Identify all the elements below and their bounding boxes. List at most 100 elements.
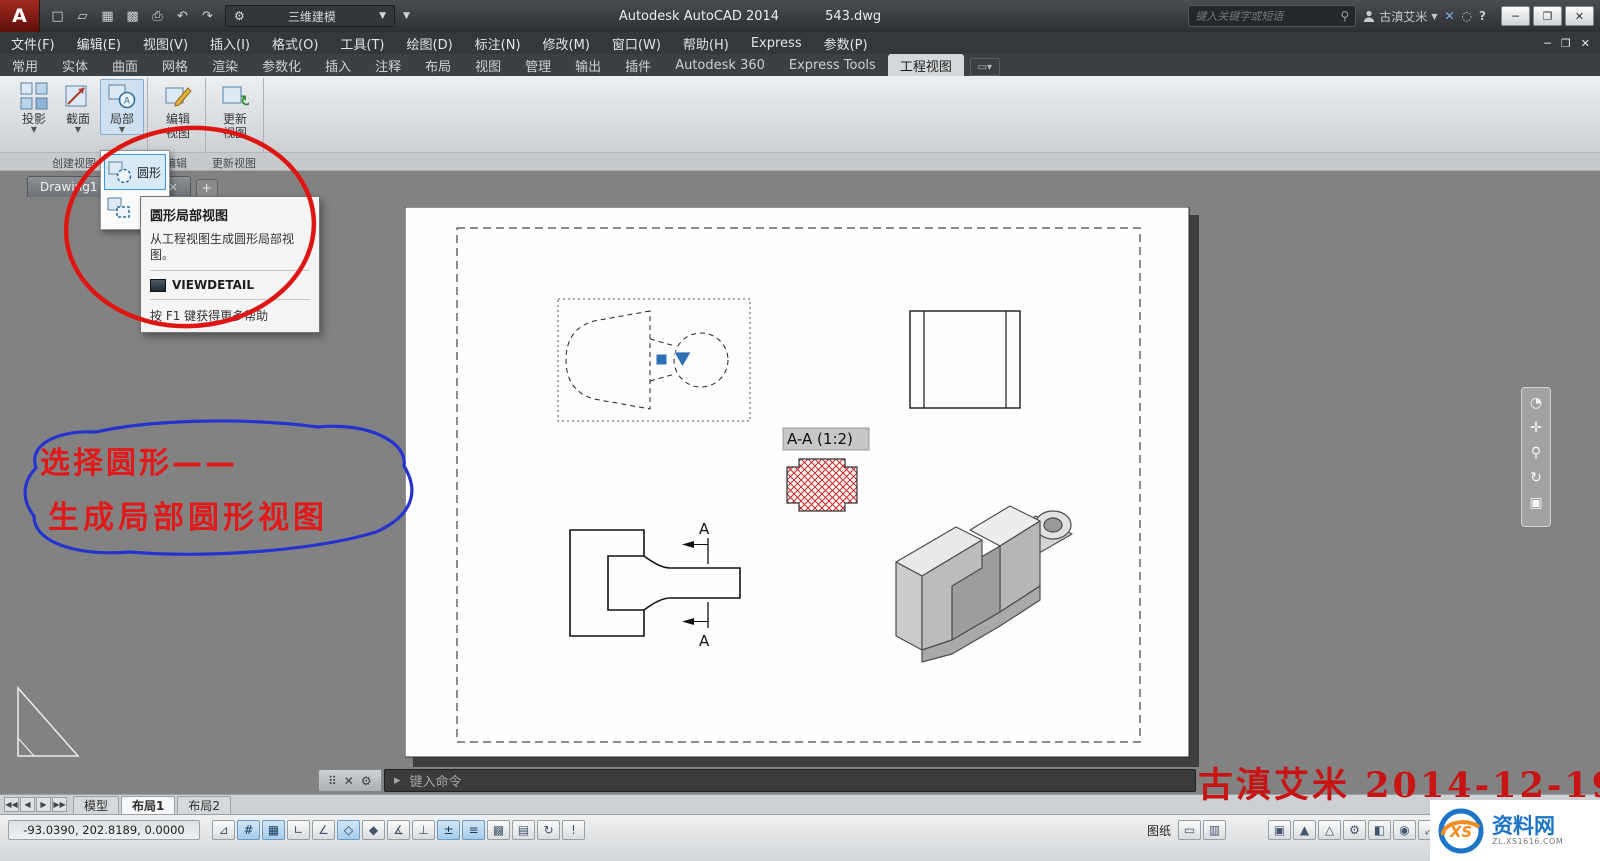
menu-item-express[interactable]: Express xyxy=(740,32,813,54)
search-input[interactable] xyxy=(1195,10,1336,23)
first-layout-icon[interactable]: ◀◀ xyxy=(4,797,19,812)
tab-express-tools[interactable]: Express Tools xyxy=(777,54,888,76)
mdi-restore-icon[interactable]: ❐ xyxy=(1561,37,1571,50)
annotation-scale-icon[interactable]: ▣ xyxy=(1268,820,1291,840)
full-navigation-wheel-icon[interactable]: ◔ xyxy=(1530,395,1542,411)
redo-icon[interactable]: ↷ xyxy=(196,6,219,27)
tab-layout1[interactable]: 布局1 xyxy=(121,796,175,814)
lock-ui-icon[interactable]: ◧ xyxy=(1368,820,1391,840)
autoscale-icon[interactable]: △ xyxy=(1318,820,1341,840)
3d-object-snap-icon[interactable]: ◆ xyxy=(362,820,385,840)
object-snap-icon[interactable]: ◇ xyxy=(337,820,360,840)
selection-cycling-icon[interactable]: ↻ xyxy=(537,820,560,840)
signin-user[interactable]: 古滇艾米 ▼ xyxy=(1363,8,1437,25)
tab-surface[interactable]: 曲面 xyxy=(100,54,150,76)
mdi-minimize-icon[interactable]: ─ xyxy=(1544,37,1551,50)
quick-view-layouts-icon[interactable]: ▥ xyxy=(1203,820,1226,840)
polar-tracking-icon[interactable]: ∠ xyxy=(312,820,335,840)
annotation-visibility-icon[interactable]: ▲ xyxy=(1293,820,1316,840)
communication-center-icon[interactable]: ◌ xyxy=(1462,9,1472,23)
close-command-line-icon[interactable]: ✕ xyxy=(344,774,354,788)
tab-insert[interactable]: 插入 xyxy=(313,54,363,76)
dynamic-input-icon[interactable]: ± xyxy=(437,820,460,840)
mdi-close-icon[interactable]: ✕ xyxy=(1581,37,1590,50)
tab-mesh[interactable]: 网格 xyxy=(150,54,200,76)
zoom-icon[interactable]: ⚲ xyxy=(1531,445,1541,461)
tab-layout[interactable]: 布局 xyxy=(413,54,463,76)
menu-item-edit[interactable]: 编辑(E) xyxy=(66,32,132,54)
workspace-switching-icon[interactable]: ⚙ xyxy=(1343,820,1366,840)
dynamic-ucs-icon[interactable]: ⊥ xyxy=(412,820,435,840)
object-snap-tracking-icon[interactable]: ∡ xyxy=(387,820,410,840)
last-layout-icon[interactable]: ▶▶ xyxy=(52,797,67,812)
detail-view-button[interactable]: A 局部 ▼ xyxy=(100,79,144,135)
tab-manage[interactable]: 管理 xyxy=(513,54,563,76)
ortho-mode-icon[interactable]: ∟ xyxy=(287,820,310,840)
grip-square[interactable] xyxy=(656,354,667,365)
open-icon[interactable]: ▱ xyxy=(71,6,94,27)
command-line[interactable]: ▸ 键入命令 xyxy=(384,769,1196,792)
save-icon[interactable]: ▦ xyxy=(96,6,119,27)
menu-item-tools[interactable]: 工具(T) xyxy=(329,32,395,54)
close-icon[interactable]: ✕ xyxy=(1565,6,1594,26)
model-space-toggle-icon[interactable]: ▭ xyxy=(1178,820,1201,840)
snap-mode-icon[interactable]: # xyxy=(237,820,260,840)
section-view-button[interactable]: 截面 ▼ xyxy=(56,80,100,134)
qat-customize-icon[interactable]: ▼ xyxy=(395,6,418,27)
menu-item-format[interactable]: 格式(O) xyxy=(261,32,329,54)
dropdown-item-circular[interactable]: 圆形 xyxy=(104,154,166,190)
customize-icon[interactable]: ⚙ xyxy=(361,774,372,788)
command-line-grip[interactable]: ⠿ ✕ ⚙ xyxy=(318,769,382,792)
menu-item-window[interactable]: 窗口(W) xyxy=(601,32,672,54)
menu-item-file[interactable]: 文件(F) xyxy=(0,32,66,54)
minimize-icon[interactable]: ─ xyxy=(1501,6,1530,26)
tab-engineering-views[interactable]: 工程视图 xyxy=(888,54,964,76)
menu-item-modify[interactable]: 修改(M) xyxy=(532,32,601,54)
grid-display-icon[interactable]: ▦ xyxy=(262,820,285,840)
new-icon[interactable]: □ xyxy=(46,6,69,27)
new-drawing-tab-icon[interactable]: + xyxy=(196,179,218,197)
search-box[interactable]: ⚲ xyxy=(1188,5,1356,27)
exchange-apps-icon[interactable]: ✕ xyxy=(1444,9,1454,23)
menu-item-dimension[interactable]: 标注(N) xyxy=(464,32,532,54)
paper-sheet[interactable]: A-A (1:2) A A xyxy=(405,207,1201,769)
help-icon[interactable]: ? xyxy=(1479,9,1486,23)
undo-icon[interactable]: ↶ xyxy=(171,6,194,27)
menu-item-draw[interactable]: 绘图(D) xyxy=(396,32,464,54)
update-view-button[interactable]: ↻ 更新视图 xyxy=(209,80,261,140)
prev-layout-icon[interactable]: ◀ xyxy=(20,797,35,812)
orbit-icon[interactable]: ↻ xyxy=(1530,470,1542,486)
tab-view[interactable]: 视图 xyxy=(463,54,513,76)
ribbon-display-options-icon[interactable]: ▭▾ xyxy=(970,58,1000,76)
tab-solid[interactable]: 实体 xyxy=(50,54,100,76)
save-as-icon[interactable]: ▩ xyxy=(121,6,144,27)
panel-label-update-view[interactable]: 更新视图 xyxy=(206,155,262,171)
pan-icon[interactable]: ✛ xyxy=(1530,420,1542,436)
show-lineweight-icon[interactable]: ≡ xyxy=(462,820,485,840)
isolate-objects-icon[interactable]: ◉ xyxy=(1393,820,1416,840)
tab-parametric[interactable]: 参数化 xyxy=(250,54,313,76)
tab-render[interactable]: 渲染 xyxy=(200,54,250,76)
workspace-selector[interactable]: ⚙ 三维建模 ▼ xyxy=(225,5,395,27)
tab-layout2[interactable]: 布局2 xyxy=(177,796,231,814)
tab-plugins[interactable]: 插件 xyxy=(613,54,663,76)
menu-item-view[interactable]: 视图(V) xyxy=(132,32,199,54)
tab-model[interactable]: 模型 xyxy=(73,796,119,814)
menu-item-help[interactable]: 帮助(H) xyxy=(672,32,740,54)
restore-icon[interactable]: ❐ xyxy=(1533,6,1562,26)
tab-output[interactable]: 输出 xyxy=(563,54,613,76)
plot-icon[interactable]: ⎙ xyxy=(146,6,169,27)
menu-item-insert[interactable]: 插入(I) xyxy=(199,32,261,54)
tab-home[interactable]: 常用 xyxy=(0,54,50,76)
section-view-hatched[interactable] xyxy=(787,459,857,511)
tab-annotate[interactable]: 注释 xyxy=(363,54,413,76)
showmotion-icon[interactable]: ▣ xyxy=(1529,495,1542,511)
annotation-monitor-icon[interactable]: ! xyxy=(562,820,585,840)
quick-properties-icon[interactable]: ▤ xyxy=(512,820,535,840)
projection-view-button[interactable]: 投影 ▼ xyxy=(12,80,56,134)
doc-tab-drawing1[interactable]: Drawing1 xyxy=(27,176,111,197)
section-label[interactable]: A-A (1:2) xyxy=(783,428,869,450)
application-menu-button[interactable]: A xyxy=(0,0,40,32)
tab-autodesk-360[interactable]: Autodesk 360 xyxy=(663,54,777,76)
next-layout-icon[interactable]: ▶ xyxy=(36,797,51,812)
